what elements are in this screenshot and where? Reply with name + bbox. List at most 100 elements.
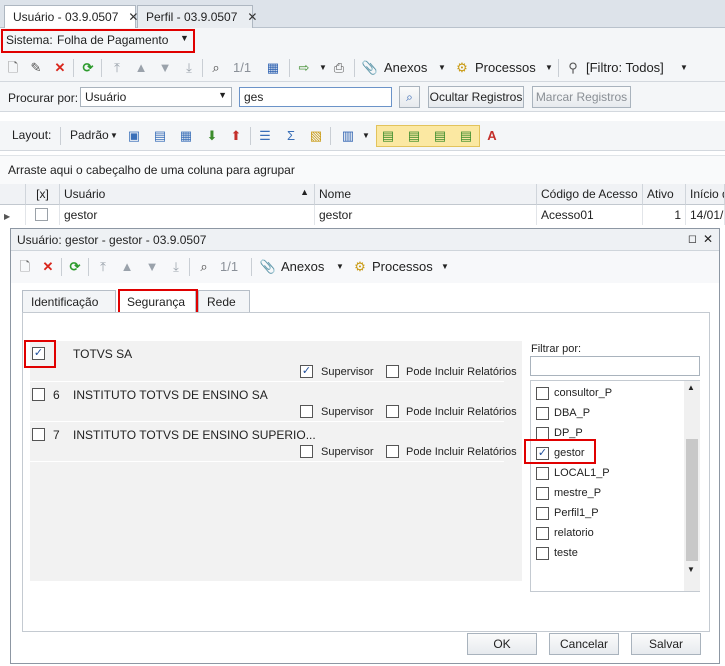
close-icon[interactable]: ✕	[247, 10, 257, 24]
view-split-icon[interactable]: ▤	[432, 128, 448, 144]
relatorios-checkbox-3[interactable]	[386, 445, 399, 458]
column-header-ativo[interactable]: Ativo	[643, 184, 686, 205]
layout-select[interactable]: Padrão	[70, 128, 109, 142]
relatorios-checkbox-2[interactable]	[386, 405, 399, 418]
search-field-select[interactable]: Usuário ▼	[80, 87, 232, 107]
column-header-codigo[interactable]: Código de Acesso	[537, 184, 643, 205]
next-record-icon[interactable]: ▼	[144, 259, 160, 275]
chevron-down-icon[interactable]: ▼	[358, 128, 374, 144]
calendar-icon[interactable]: ▦	[265, 60, 281, 76]
view-form-icon[interactable]: ▤	[406, 128, 422, 144]
attachment-icon[interactable]: 📎	[362, 60, 378, 76]
profile-checkbox-dba-p[interactable]	[536, 407, 549, 420]
layout-new-icon[interactable]: ▤	[152, 128, 168, 144]
cancel-button[interactable]: Cancelar	[549, 633, 619, 655]
ok-button[interactable]: OK	[467, 633, 537, 655]
profile-checkbox-consultor-p[interactable]	[536, 387, 549, 400]
layout-grid-icon[interactable]: ▦	[178, 128, 194, 144]
profile-checkbox-teste[interactable]	[536, 547, 549, 560]
column-header-select[interactable]: [x]	[26, 184, 60, 205]
chevron-down-icon[interactable]: ▼	[315, 60, 331, 76]
relatorios-checkbox-1[interactable]	[386, 365, 399, 378]
row-checkbox[interactable]	[35, 208, 48, 221]
filter-menu[interactable]: [Filtro: Todos]	[586, 60, 664, 75]
next-record-icon[interactable]: ▼	[157, 60, 173, 76]
filter-icon[interactable]: ⚲	[565, 60, 581, 76]
dialog-titlebar[interactable]: Usuário: gestor - gestor - 03.9.0507 ◻ ✕	[11, 229, 719, 251]
refresh-icon[interactable]: ⟳	[80, 60, 96, 76]
binoculars-icon[interactable]: ⌕	[196, 259, 212, 275]
group-panel[interactable]: Arraste aqui o cabeçalho de uma coluna p…	[0, 155, 725, 184]
search-button[interactable]: ⌕	[399, 86, 420, 108]
tab-rede[interactable]: Rede	[198, 290, 250, 312]
gears-icon[interactable]: ⚙	[454, 60, 470, 76]
group-icon[interactable]: ☰	[257, 128, 273, 144]
view-grid-icon[interactable]: ▤	[380, 128, 396, 144]
delete-icon[interactable]: ✕	[52, 60, 68, 76]
column-header-nome[interactable]: Nome	[315, 184, 537, 205]
profile-checkbox-local1-p[interactable]	[536, 467, 549, 480]
supervisor-checkbox-3[interactable]	[300, 445, 313, 458]
layout-save-icon[interactable]: ▣	[126, 128, 142, 144]
sum-icon[interactable]: Σ	[283, 128, 299, 144]
new-record-icon[interactable]: 🗋	[17, 259, 33, 275]
column-header-usuario[interactable]: Usuário ▲	[60, 184, 315, 205]
gears-icon[interactable]: ⚙	[352, 259, 368, 275]
refresh-icon[interactable]: ⟳	[67, 259, 83, 275]
last-record-icon[interactable]: ⤓	[181, 60, 197, 76]
supervisor-checkbox-2[interactable]	[300, 405, 313, 418]
attachment-icon[interactable]: 📎	[260, 259, 276, 275]
column-header-inicio[interactable]: Início d	[686, 184, 725, 205]
chevron-down-icon[interactable]: ▼	[541, 60, 557, 76]
scroll-thumb[interactable]	[686, 439, 698, 561]
view-card-icon[interactable]: ▤	[458, 128, 474, 144]
first-record-icon[interactable]: ⤒	[109, 60, 125, 76]
profiles-scrollbar[interactable]: ▲ ▼	[684, 381, 700, 591]
dialog-processos-menu[interactable]: Processos	[372, 259, 433, 274]
profile-checkbox-relatorio[interactable]	[536, 527, 549, 540]
layout-import-icon[interactable]: ⬇	[204, 128, 220, 144]
cell-ativo[interactable]: 1	[643, 205, 686, 225]
mark-records-button[interactable]: Marcar Registros	[532, 86, 631, 108]
chevron-down-icon[interactable]: ▼	[676, 60, 692, 76]
save-button[interactable]: Salvar	[631, 633, 701, 655]
profile-checkbox-perfil1-p[interactable]	[536, 507, 549, 520]
maximize-icon[interactable]: ◻	[688, 232, 697, 245]
layout-export-icon[interactable]: ⬆	[228, 128, 244, 144]
profile-filter-input[interactable]	[530, 356, 700, 376]
scroll-up-icon[interactable]: ▲	[687, 383, 695, 392]
supervisor-checkbox-1[interactable]: ✓	[300, 365, 313, 378]
chevron-down-icon[interactable]: ▼	[106, 128, 122, 144]
chevron-down-icon[interactable]: ▼	[437, 259, 453, 275]
first-record-icon[interactable]: ⤒	[95, 259, 111, 275]
tab-identificacao[interactable]: Identificação	[22, 290, 116, 312]
tab-perfil[interactable]: Perfil - 03.9.0507 ✕	[137, 5, 257, 28]
export-icon[interactable]: ⇨	[296, 60, 312, 76]
last-record-icon[interactable]: ⤓	[168, 259, 184, 275]
new-record-icon[interactable]: 🗋	[5, 60, 21, 76]
anexos-menu[interactable]: Anexos	[384, 60, 427, 75]
processos-menu[interactable]: Processos	[475, 60, 536, 75]
bar-chart-icon[interactable]: ▥	[340, 128, 356, 144]
company-checkbox-instituto-sa[interactable]	[32, 388, 45, 401]
cell-nome[interactable]: gestor	[315, 205, 537, 225]
dialog-anexos-menu[interactable]: Anexos	[281, 259, 324, 274]
cell-usuario[interactable]: gestor	[60, 205, 315, 225]
tab-usuario[interactable]: Usuário - 03.9.0507 ✕	[4, 5, 138, 29]
font-icon[interactable]: A	[484, 128, 500, 144]
previous-record-icon[interactable]: ▲	[133, 60, 149, 76]
edit-icon[interactable]: ✎	[28, 60, 44, 76]
scroll-down-icon[interactable]: ▼	[687, 565, 695, 574]
print-icon[interactable]: ⎙	[331, 60, 347, 76]
company-checkbox-instituto-superior[interactable]	[32, 428, 45, 441]
cell-codigo[interactable]: Acesso01	[537, 205, 643, 225]
chevron-down-icon[interactable]: ▼	[434, 60, 450, 76]
profile-checkbox-mestre-p[interactable]	[536, 487, 549, 500]
search-input[interactable]: ges	[239, 87, 392, 107]
hide-records-button[interactable]: Ocultar Registros	[428, 86, 524, 108]
cell-inicio[interactable]: 14/01/2	[686, 205, 725, 225]
previous-record-icon[interactable]: ▲	[119, 259, 135, 275]
summary-icon[interactable]: ▧	[308, 128, 324, 144]
delete-icon[interactable]: ✕	[40, 259, 56, 275]
binoculars-icon[interactable]: ⌕	[208, 60, 224, 76]
